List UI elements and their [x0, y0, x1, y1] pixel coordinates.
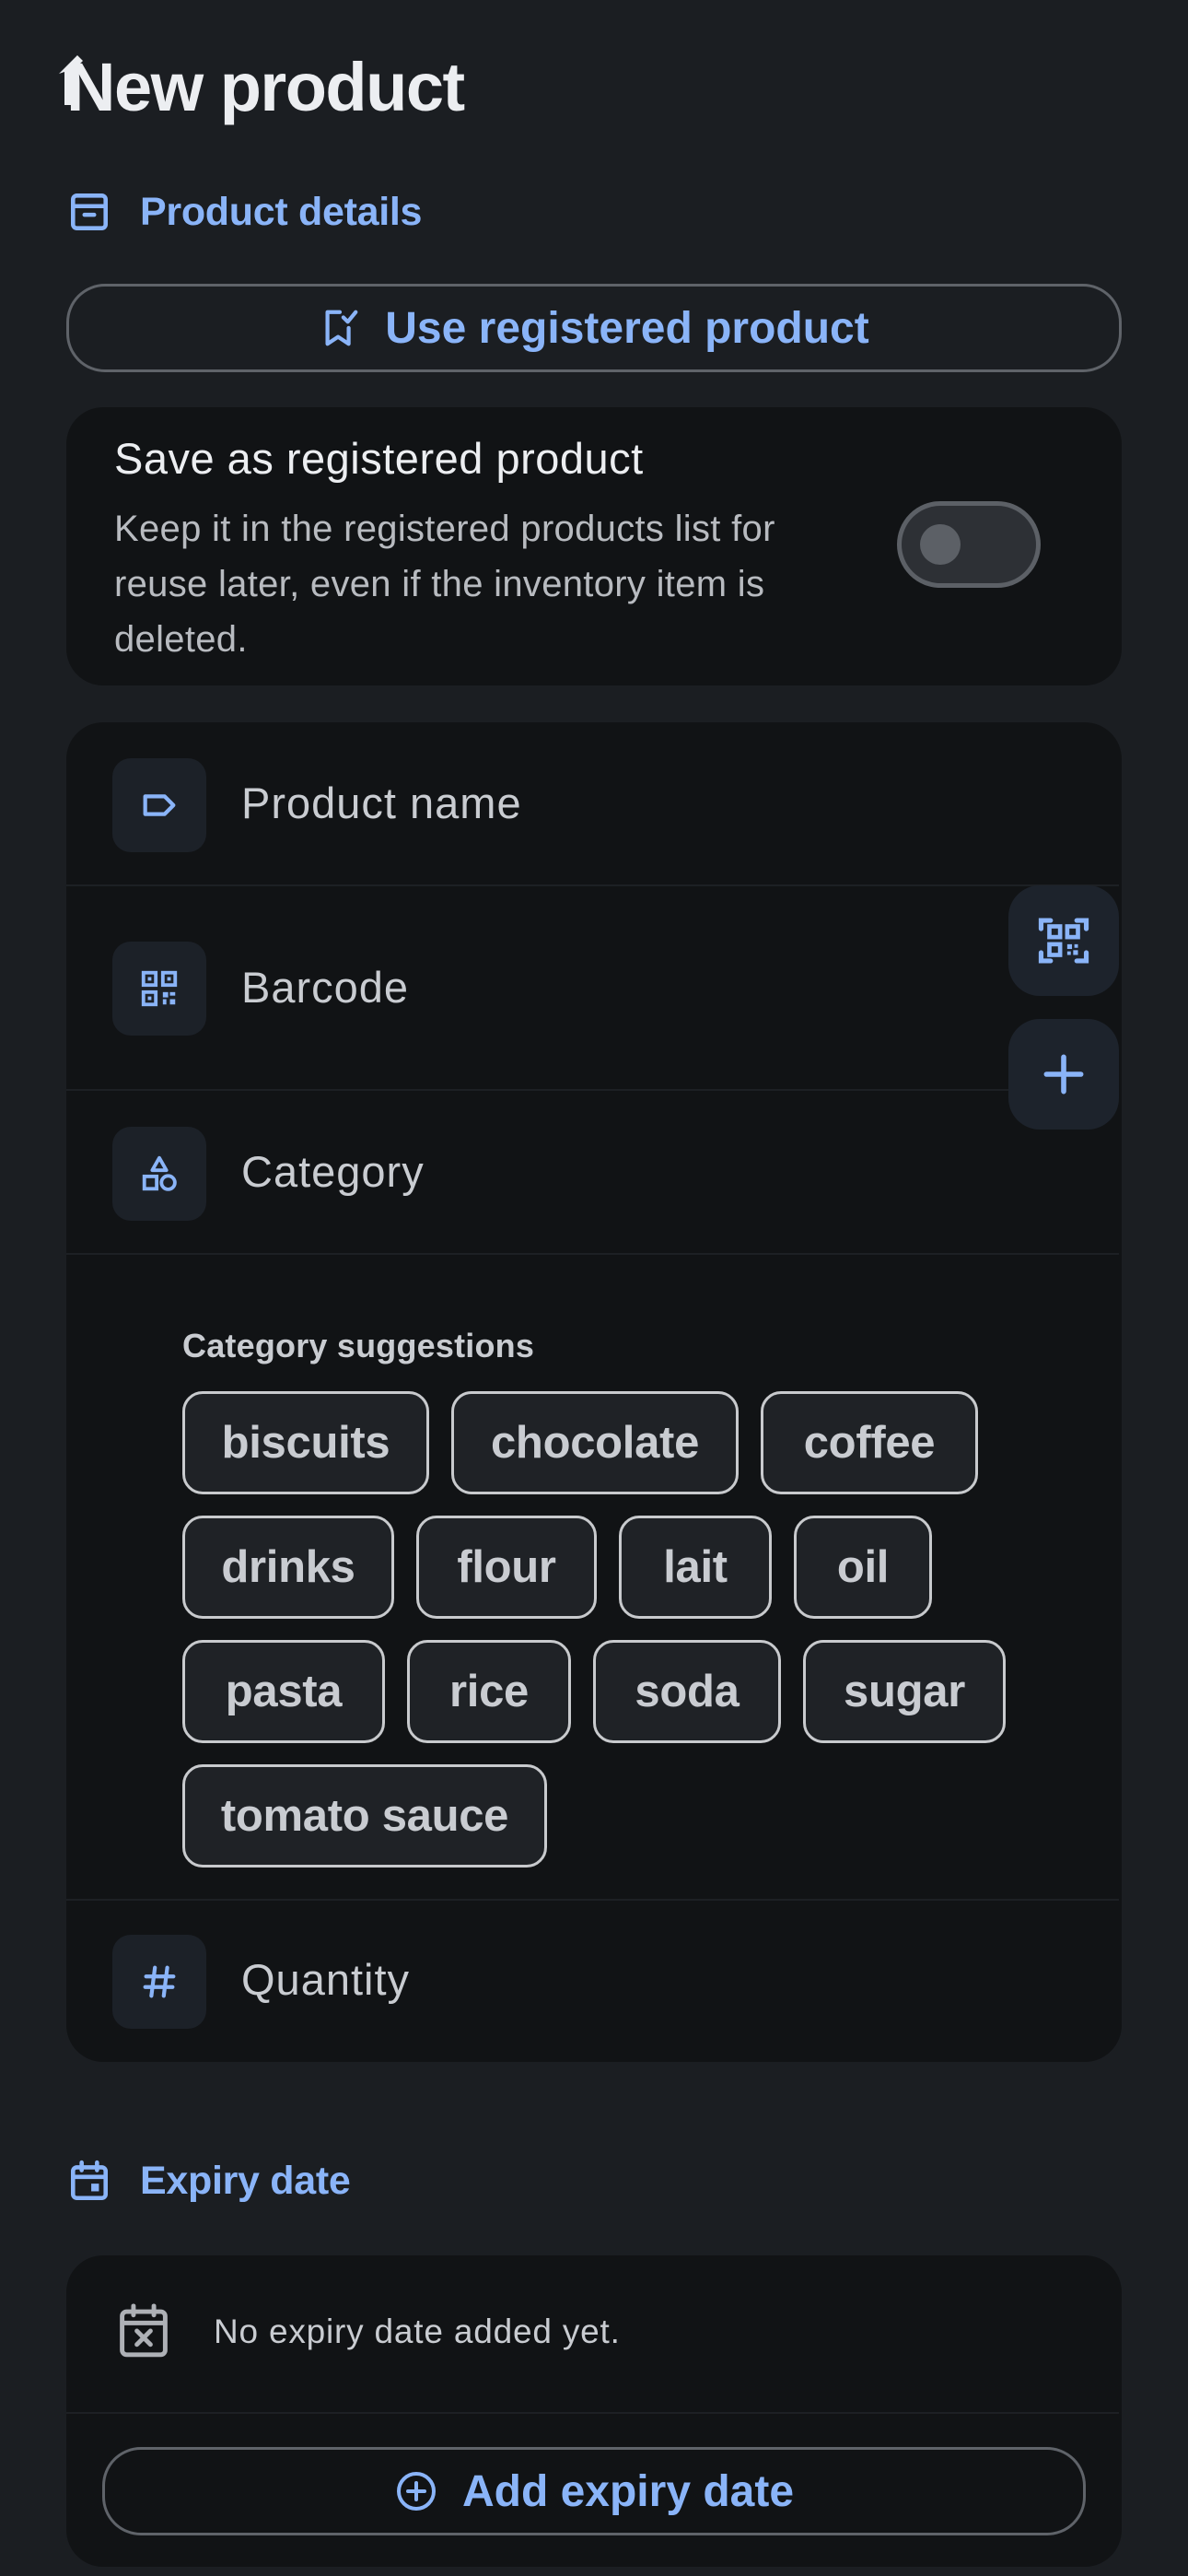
label-tag-icon: [143, 794, 176, 816]
barcode-scan-icon: [1038, 918, 1089, 964]
toggle-knob: [920, 524, 961, 565]
save-registered-toggle[interactable]: [897, 501, 1041, 588]
expiry-section-header: Expiry date: [66, 2158, 351, 2204]
archive-box-icon: [71, 193, 108, 230]
qr-code-icon-box: [112, 942, 206, 1036]
category-chip[interactable]: lait: [619, 1516, 772, 1619]
calendar-x-icon: [120, 2303, 168, 2358]
barcode-field[interactable]: Barcode: [66, 886, 1119, 1091]
category-chip[interactable]: tomato sauce: [182, 1764, 547, 1868]
product-name-placeholder: Product name: [241, 779, 522, 827]
category-field[interactable]: Category: [66, 1091, 1119, 1255]
use-registered-product-label: Use registered product: [385, 303, 869, 353]
hash-icon: [143, 1965, 176, 1998]
divider: [66, 2412, 1119, 2414]
save-registered-description: Keep it in the registered products list …: [114, 509, 775, 660]
add-circle-icon: [396, 2472, 436, 2511]
category-chip[interactable]: chocolate: [451, 1391, 739, 1494]
product-details-section-header: Product details: [66, 189, 422, 235]
qr-code-icon: [141, 970, 178, 1007]
page-title: New product: [66, 49, 465, 125]
category-chip[interactable]: coffee: [761, 1391, 978, 1494]
scan-barcode-button[interactable]: [1008, 885, 1119, 996]
product-name-field[interactable]: Product name: [66, 722, 1119, 886]
category-chip[interactable]: soda: [593, 1640, 781, 1743]
product-details-label: Product details: [140, 189, 423, 234]
no-expiry-text: No expiry date added yet.: [214, 2313, 621, 2350]
category-chip[interactable]: sugar: [803, 1640, 1006, 1743]
barcode-placeholder: Barcode: [241, 963, 410, 1012]
category-chip[interactable]: flour: [416, 1516, 597, 1619]
category-chip[interactable]: biscuits: [182, 1391, 429, 1494]
calendar-icon: [71, 2160, 108, 2201]
use-registered-product-button[interactable]: Use registered product: [66, 284, 1122, 372]
hash-icon-box: [112, 1935, 206, 2029]
product-fields-card: Product name Barcode Category Category s…: [66, 722, 1122, 2062]
add-barcode-button[interactable]: [1008, 1019, 1119, 1130]
quantity-placeholder: Quantity: [241, 1955, 411, 2004]
add-expiry-date-label: Add expiry date: [461, 2466, 795, 2516]
expiry-card: No expiry date added yet. Add expiry dat…: [66, 2255, 1122, 2567]
quantity-field[interactable]: Quantity: [66, 1901, 1119, 2062]
category-chip[interactable]: rice: [407, 1640, 571, 1743]
shapes-icon: [142, 1155, 177, 1191]
category-chip[interactable]: pasta: [182, 1640, 385, 1743]
plus-icon: [1043, 1054, 1084, 1095]
category-suggestions-title: Category suggestions: [182, 1327, 535, 1364]
bookmark-check-icon: [325, 310, 358, 346]
label-tag-icon-box: [112, 758, 206, 852]
save-registered-title: Save as registered product: [114, 434, 644, 483]
category-chip[interactable]: oil: [794, 1516, 932, 1619]
category-chip[interactable]: drinks: [182, 1516, 394, 1619]
add-expiry-date-button[interactable]: Add expiry date: [102, 2447, 1086, 2535]
save-registered-card: Save as registered product Keep it in th…: [66, 407, 1122, 685]
shapes-icon-box: [112, 1127, 206, 1221]
expiry-section-label: Expiry date: [140, 2158, 351, 2203]
category-placeholder: Category: [241, 1147, 425, 1196]
